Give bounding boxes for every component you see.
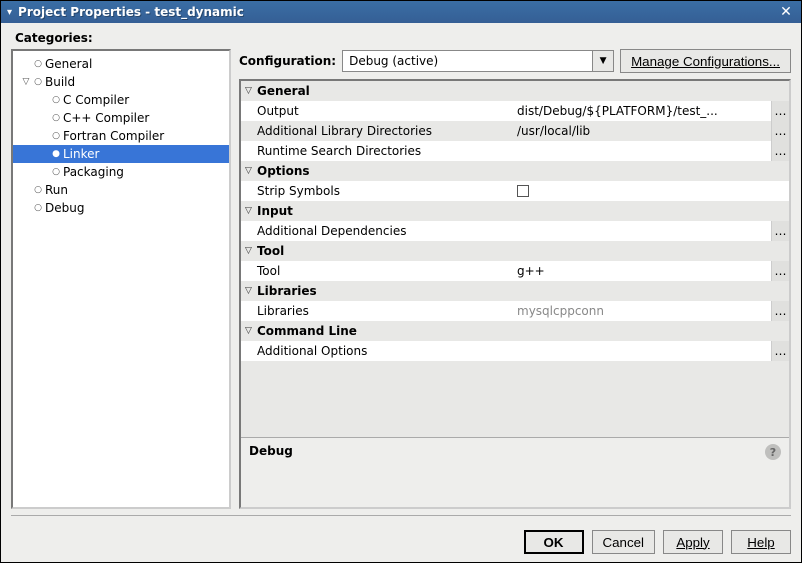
manage-configurations-button[interactable]: Manage Configurations... [620,49,791,73]
window-menu-icon[interactable]: ▾ [7,7,12,18]
project-properties-dialog: ▾ Project Properties - test_dynamic ✕ Ca… [0,0,802,563]
group-command-line[interactable]: ▽Command Line [241,321,789,341]
tree-item-fortran-compiler[interactable]: ○ Fortran Compiler [13,127,229,145]
cancel-button[interactable]: Cancel [592,530,656,554]
tree-item-debug[interactable]: ○ Debug [13,199,229,217]
configuration-value[interactable]: Debug (active) [342,50,592,72]
group-tool[interactable]: ▽Tool [241,241,789,261]
tree-item-linker[interactable]: ● Linker [13,145,229,163]
browse-button[interactable]: … [771,221,789,241]
prop-tool[interactable]: Tool g++ … [241,261,789,281]
disclosure-icon[interactable]: ▽ [245,286,257,296]
content-area: Categories: ○ General ▽○ Build ○ C Compi… [1,23,801,526]
browse-button[interactable]: … [771,301,789,321]
prop-additional-library-directories[interactable]: Additional Library Directories /usr/loca… [241,121,789,141]
prop-libraries[interactable]: Libraries mysqlcppconn … [241,301,789,321]
prop-add-deps-value[interactable] [513,221,771,241]
prop-tool-value[interactable]: g++ [513,261,771,281]
apply-button[interactable]: Apply [663,530,723,554]
properties-panel: ▽General Output dist/Debug/${PLATFORM}/t… [239,79,791,509]
disclosure-icon[interactable]: ▽ [245,326,257,336]
disclosure-icon[interactable]: ▽ [245,246,257,256]
tree-item-c-compiler[interactable]: ○ C Compiler [13,91,229,109]
group-general[interactable]: ▽General [241,81,789,101]
prop-libraries-value[interactable]: mysqlcppconn [513,301,771,321]
group-libraries[interactable]: ▽Libraries [241,281,789,301]
tree-item-run[interactable]: ○ Run [13,181,229,199]
configuration-label: Configuration: [239,54,336,68]
categories-label: Categories: [11,31,791,45]
disclosure-icon[interactable]: ▽ [245,166,257,176]
help-icon[interactable]: ? [765,444,781,460]
ok-button[interactable]: OK [524,530,584,554]
prop-add-lib-dirs-value[interactable]: /usr/local/lib [513,121,771,141]
prop-runtime-search-directories[interactable]: Runtime Search Directories … [241,141,789,161]
categories-tree[interactable]: ○ General ▽○ Build ○ C Compiler ○ C++ Co… [11,49,231,509]
prop-output[interactable]: Output dist/Debug/${PLATFORM}/test_... … [241,101,789,121]
browse-button[interactable]: … [771,141,789,161]
browse-button[interactable]: … [771,261,789,281]
prop-additional-options[interactable]: Additional Options … [241,341,789,361]
dialog-footer: OK Cancel Apply Help [1,526,801,562]
tree-item-packaging[interactable]: ○ Packaging [13,163,229,181]
prop-output-value[interactable]: dist/Debug/${PLATFORM}/test_... [513,101,771,121]
chevron-down-icon[interactable]: ▽ [19,77,33,87]
browse-button[interactable]: … [771,121,789,141]
close-icon[interactable]: ✕ [777,3,795,21]
group-input[interactable]: ▽Input [241,201,789,221]
browse-button[interactable]: … [771,341,789,361]
disclosure-icon[interactable]: ▽ [245,206,257,216]
configuration-combo[interactable]: Debug (active) ▼ [342,50,614,72]
description-panel: Debug ? [241,437,789,507]
tree-item-cpp-compiler[interactable]: ○ C++ Compiler [13,109,229,127]
chevron-down-icon[interactable]: ▼ [592,50,614,72]
prop-additional-dependencies[interactable]: Additional Dependencies … [241,221,789,241]
strip-symbols-checkbox[interactable] [517,185,529,197]
group-options[interactable]: ▽Options [241,161,789,181]
prop-add-options-value[interactable] [513,341,771,361]
titlebar[interactable]: ▾ Project Properties - test_dynamic ✕ [1,1,801,23]
tree-item-build[interactable]: ▽○ Build [13,73,229,91]
prop-strip-symbols[interactable]: Strip Symbols [241,181,789,201]
configuration-row: Configuration: Debug (active) ▼ Manage C… [239,49,791,73]
prop-runtime-search-dirs-value[interactable] [513,141,771,161]
browse-button[interactable]: … [771,101,789,121]
disclosure-icon[interactable]: ▽ [245,86,257,96]
help-button[interactable]: Help [731,530,791,554]
tree-item-general[interactable]: ○ General [13,55,229,73]
description-title: Debug [249,444,765,458]
window-title: Project Properties - test_dynamic [18,5,777,19]
